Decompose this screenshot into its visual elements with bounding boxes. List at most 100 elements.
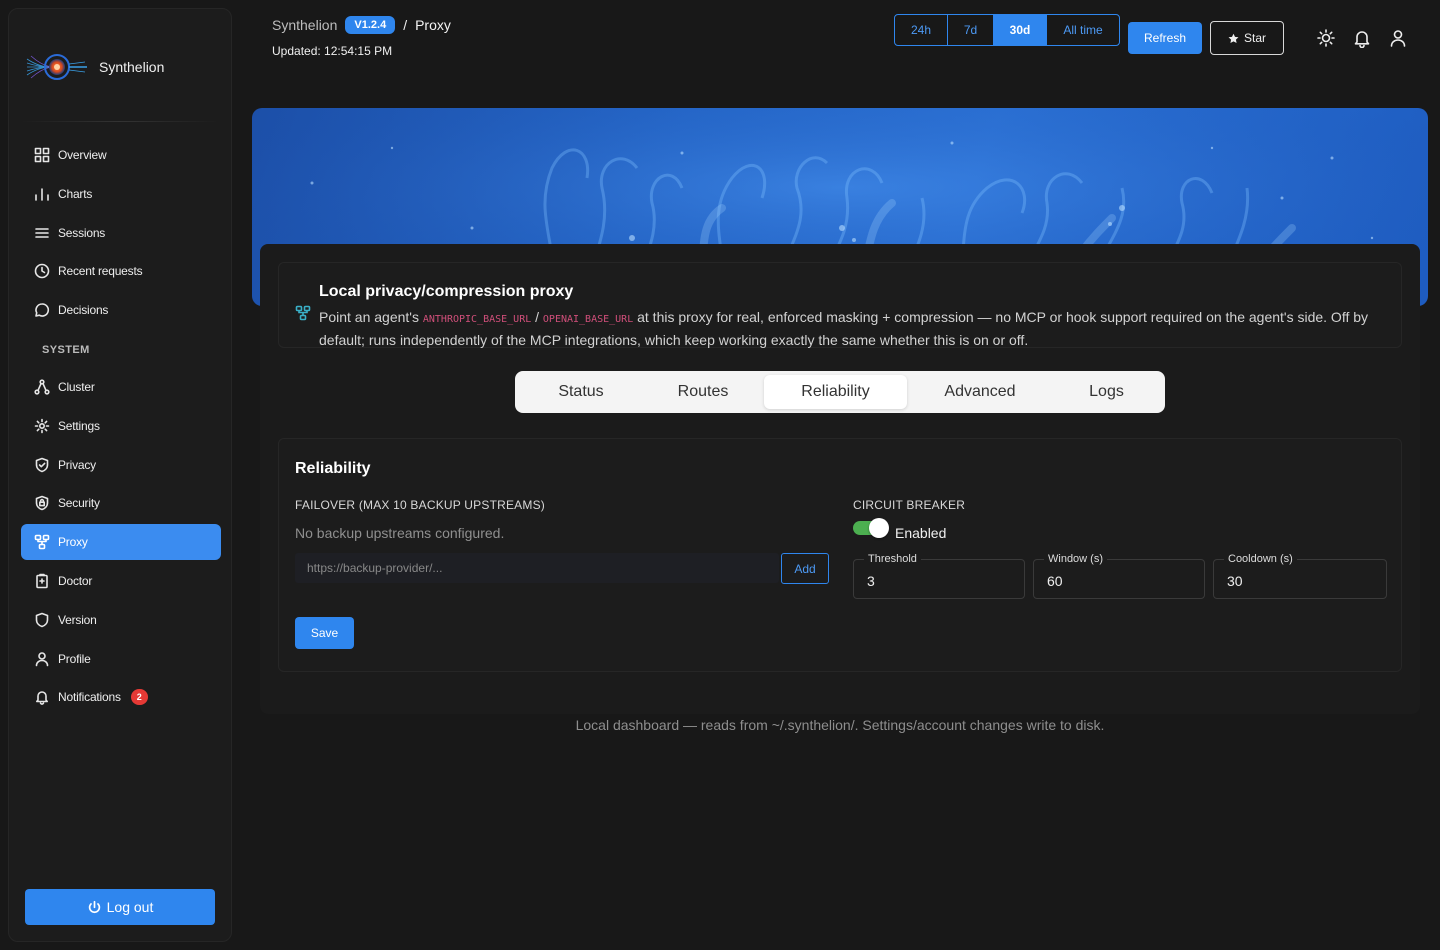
window-field[interactable]: Window (s) 60 — [1033, 553, 1205, 599]
sidebar-item-decisions[interactable]: Decisions — [21, 292, 221, 328]
range-all-time-button[interactable]: All time — [1047, 15, 1119, 45]
version-badge: V1.2.4 — [345, 16, 396, 34]
proxy-network-icon — [295, 305, 311, 321]
range-7d-button[interactable]: 7d — [948, 15, 994, 45]
clipboard-icon — [36, 573, 48, 589]
breadcrumb-app[interactable]: Synthelion — [272, 17, 337, 33]
grid-icon — [34, 147, 50, 163]
logo-text: Synthelion — [99, 59, 165, 75]
shield-icon — [35, 612, 49, 628]
sidebar-item-cluster[interactable]: Cluster — [21, 369, 221, 405]
sidebar-item-settings[interactable]: Settings — [21, 408, 221, 444]
sidebar-item-proxy[interactable]: Proxy — [21, 524, 221, 561]
power-icon — [88, 900, 100, 913]
window-value: 60 — [1047, 573, 1063, 589]
sidebar-nav: Overview Charts Sessions Recent requests… — [21, 137, 221, 718]
breadcrumb-separator: / — [403, 17, 408, 33]
refresh-button[interactable]: Refresh — [1128, 22, 1202, 54]
failover-label: FAILOVER (MAX 10 BACKUP UPSTREAMS) — [295, 498, 545, 512]
sidebar-item-label: Profile — [58, 651, 91, 666]
sidebar-item-version[interactable]: Version — [21, 602, 221, 638]
range-24h-button[interactable]: 24h — [895, 15, 948, 45]
tab-logs[interactable]: Logs — [1053, 375, 1160, 409]
sidebar-item-label: Version — [58, 612, 97, 627]
sidebar-item-label: Notifications — [58, 690, 121, 705]
gear-icon — [34, 418, 50, 434]
proxy-card-description: Point an agent's ANTHROPIC_BASE_URL / OP… — [319, 307, 1383, 351]
updated-timestamp: Updated: 12:54:15 PM — [272, 44, 393, 58]
add-backup-button[interactable]: Add — [781, 553, 829, 584]
proxy-card-title: Local privacy/compression proxy — [319, 283, 574, 300]
cooldown-value: 30 — [1227, 573, 1243, 589]
bell-icon — [36, 691, 48, 706]
sidebar-item-sessions[interactable]: Sessions — [21, 215, 221, 251]
window-label: Window (s) — [1044, 553, 1108, 565]
sidebar-item-label: Charts — [58, 186, 93, 201]
sidebar-item-label: Overview — [58, 148, 107, 162]
circuit-breaker-label: CIRCUIT BREAKER — [853, 498, 966, 512]
sidebar-item-overview[interactable]: Overview — [21, 137, 221, 173]
range-30d-button[interactable]: 30d — [994, 15, 1047, 45]
toggle-knob — [869, 518, 889, 538]
tab-reliability[interactable]: Reliability — [764, 375, 907, 409]
tab-advanced[interactable]: Advanced — [907, 375, 1053, 409]
header-breadcrumb-area: Synthelion V1.2.4 / Proxy Updated: 12:54… — [272, 16, 451, 58]
logout-label: Log out — [106, 899, 154, 915]
clock-icon — [34, 264, 50, 279]
cooldown-label: Cooldown (s) — [1224, 553, 1297, 565]
theme-toggle-sun-icon[interactable] — [1316, 28, 1336, 48]
proxy-icon — [34, 534, 50, 550]
circuit-breaker-enabled-label: Enabled — [895, 525, 947, 541]
sidebar: Synthelion Overview Charts Sessions Rece… — [8, 8, 232, 942]
list-icon — [35, 227, 49, 238]
openai-base-url-code: OPENAI_BASE_URL — [542, 314, 634, 325]
anthropic-base-url-code: ANTHROPIC_BASE_URL — [422, 314, 532, 325]
threshold-value: 3 — [867, 573, 875, 589]
star-button[interactable]: Star — [1210, 21, 1284, 55]
notification-count-badge: 2 — [130, 689, 148, 706]
no-backups-message: No backup upstreams configured. — [295, 525, 505, 541]
circuit-breaker-toggle[interactable] — [853, 518, 889, 538]
sidebar-section-system: SYSTEM — [42, 343, 90, 356]
star-label: Star — [1243, 31, 1266, 45]
sidebar-item-security[interactable]: Security — [21, 485, 221, 521]
sidebar-item-label: Doctor — [58, 573, 93, 588]
logout-button[interactable]: Log out — [25, 889, 215, 925]
tab-status[interactable]: Status — [520, 375, 642, 409]
time-range-selector: 24h 7d 30d All time — [894, 14, 1120, 46]
sidebar-item-notifications[interactable]: Notifications 2 — [21, 679, 221, 715]
star-icon — [1228, 33, 1239, 43]
tab-routes[interactable]: Routes — [642, 375, 764, 409]
shield-check-icon — [35, 457, 49, 472]
threshold-field[interactable]: Threshold 3 — [853, 553, 1025, 599]
sidebar-item-label: Sessions — [58, 225, 106, 240]
sidebar-item-doctor[interactable]: Doctor — [21, 563, 221, 599]
notifications-bell-icon[interactable] — [1352, 28, 1372, 49]
sidebar-divider — [21, 121, 219, 122]
sidebar-item-label: Privacy — [58, 457, 96, 472]
sidebar-item-charts[interactable]: Charts — [21, 176, 221, 212]
desc-text-pre: Point an agent's — [319, 309, 423, 325]
threshold-label: Threshold — [864, 553, 921, 565]
reliability-panel: Reliability FAILOVER (MAX 10 BACKUP UPST… — [278, 438, 1402, 672]
cluster-icon — [34, 379, 50, 395]
sidebar-item-recent-requests[interactable]: Recent requests — [21, 253, 221, 289]
breadcrumb: Synthelion V1.2.4 / Proxy — [272, 16, 451, 34]
sidebar-item-label: Proxy — [58, 535, 88, 550]
sidebar-item-profile[interactable]: Profile — [21, 641, 221, 677]
desc-text-sep: / — [531, 309, 543, 325]
footer-note: Local dashboard — reads from ~/.syntheli… — [575, 717, 1105, 733]
sidebar-item-privacy[interactable]: Privacy — [21, 447, 221, 483]
cooldown-field[interactable]: Cooldown (s) 30 — [1213, 553, 1387, 599]
user-account-icon[interactable] — [1388, 28, 1408, 48]
breadcrumb-current-page: Proxy — [415, 17, 451, 33]
shield-lock-icon — [35, 496, 49, 511]
proxy-info-card: Local privacy/compression proxy Point an… — [278, 262, 1402, 348]
sidebar-item-label: Cluster — [58, 379, 95, 394]
save-button[interactable]: Save — [295, 617, 354, 649]
backup-upstream-input[interactable]: https://backup-provider/... — [295, 553, 779, 583]
logo[interactable]: Synthelion — [25, 49, 164, 85]
sidebar-item-label: Settings — [58, 418, 100, 433]
bar-chart-icon — [35, 187, 49, 201]
sidebar-item-label: Security — [58, 496, 100, 511]
